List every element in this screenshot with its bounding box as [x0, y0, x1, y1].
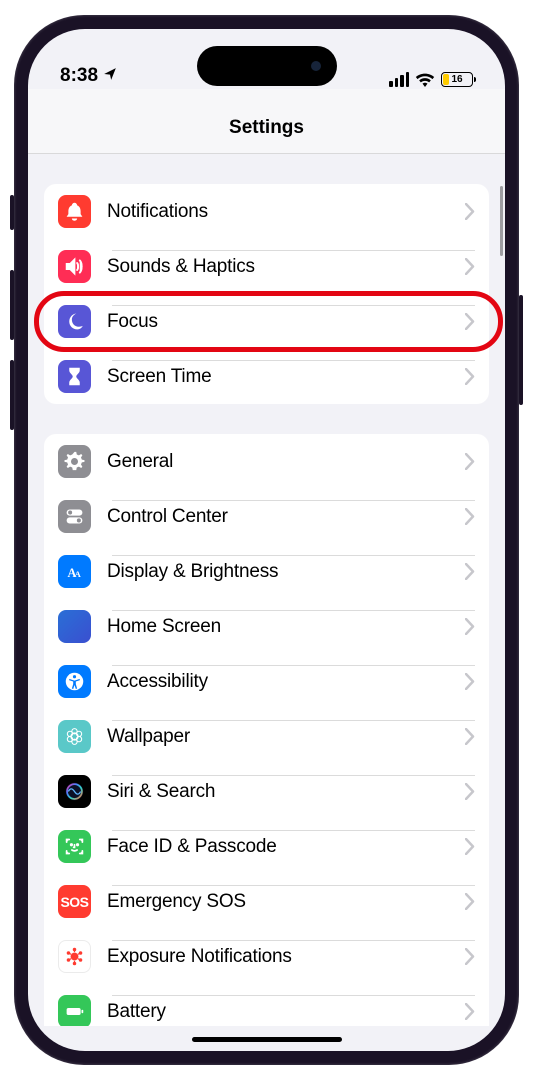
row-label: Home Screen	[107, 616, 465, 638]
toggles-icon	[58, 500, 91, 533]
row-faceid-passcode[interactable]: Face ID & Passcode	[44, 819, 489, 874]
row-label: Exposure Notifications	[107, 946, 465, 968]
location-icon	[103, 65, 117, 87]
faceid-icon	[58, 830, 91, 863]
volume-up-button	[10, 270, 14, 340]
gear-icon	[58, 445, 91, 478]
row-emergency-sos[interactable]: SOS Emergency SOS	[44, 874, 489, 929]
chevron-right-icon	[465, 258, 475, 275]
chevron-right-icon	[465, 563, 475, 580]
chevron-right-icon	[465, 948, 475, 965]
settings-list[interactable]: Notifications Sounds & Haptics	[28, 154, 505, 1026]
row-wallpaper[interactable]: Wallpaper	[44, 709, 489, 764]
row-siri-search[interactable]: Siri & Search	[44, 764, 489, 819]
text-size-icon: AA	[58, 555, 91, 588]
phone-frame: 8:38 16 Settings	[14, 15, 519, 1065]
screen: 8:38 16 Settings	[28, 29, 505, 1051]
row-label: Emergency SOS	[107, 891, 465, 913]
row-battery[interactable]: Battery	[44, 984, 489, 1026]
row-label: Accessibility	[107, 671, 465, 693]
home-screen-icon	[58, 610, 91, 643]
side-button	[519, 295, 523, 405]
row-display-brightness[interactable]: AA Display & Brightness	[44, 544, 489, 599]
speaker-icon	[58, 250, 91, 283]
cellular-signal-icon	[389, 72, 409, 87]
row-home-screen[interactable]: Home Screen	[44, 599, 489, 654]
settings-group-1: Notifications Sounds & Haptics	[44, 184, 489, 404]
status-time: 8:38	[60, 65, 98, 87]
chevron-right-icon	[465, 1003, 475, 1020]
chevron-right-icon	[465, 838, 475, 855]
row-notifications[interactable]: Notifications	[44, 184, 489, 239]
bell-icon	[58, 195, 91, 228]
chevron-right-icon	[465, 728, 475, 745]
row-label: Wallpaper	[107, 726, 465, 748]
row-general[interactable]: General	[44, 434, 489, 489]
row-label: Battery	[107, 1001, 465, 1023]
front-camera	[311, 61, 321, 71]
row-label: Screen Time	[107, 366, 465, 388]
row-accessibility[interactable]: Accessibility	[44, 654, 489, 709]
sos-icon: SOS	[58, 885, 91, 918]
status-indicators: 16	[389, 72, 473, 87]
row-screen-time[interactable]: Screen Time	[44, 349, 489, 404]
settings-group-2: General Control Center AA	[44, 434, 489, 1026]
battery-percent: 16	[442, 74, 472, 85]
battery-indicator: 16	[441, 72, 473, 87]
mute-switch	[10, 195, 14, 230]
moon-icon	[58, 305, 91, 338]
row-label: General	[107, 451, 465, 473]
dynamic-island	[197, 46, 337, 86]
battery-icon	[58, 995, 91, 1026]
row-label: Sounds & Haptics	[107, 256, 465, 278]
row-label: Notifications	[107, 201, 465, 223]
siri-icon	[58, 775, 91, 808]
accessibility-icon	[58, 665, 91, 698]
page-title: Settings	[28, 89, 505, 154]
hourglass-icon	[58, 360, 91, 393]
status-time-group: 8:38	[60, 65, 117, 87]
chevron-right-icon	[465, 783, 475, 800]
chevron-right-icon	[465, 893, 475, 910]
row-label: Siri & Search	[107, 781, 465, 803]
wifi-icon	[415, 72, 435, 87]
exposure-icon	[58, 940, 91, 973]
home-indicator[interactable]	[192, 1037, 342, 1042]
wallpaper-icon	[58, 720, 91, 753]
row-label: Focus	[107, 311, 465, 333]
scroll-indicator	[500, 186, 503, 256]
chevron-right-icon	[465, 618, 475, 635]
row-label: Control Center	[107, 506, 465, 528]
chevron-right-icon	[465, 203, 475, 220]
row-label: Display & Brightness	[107, 561, 465, 583]
row-control-center[interactable]: Control Center	[44, 489, 489, 544]
chevron-right-icon	[465, 368, 475, 385]
chevron-right-icon	[465, 508, 475, 525]
svg-text:A: A	[75, 569, 82, 579]
row-sounds-haptics[interactable]: Sounds & Haptics	[44, 239, 489, 294]
row-exposure-notifications[interactable]: Exposure Notifications	[44, 929, 489, 984]
row-label: Face ID & Passcode	[107, 836, 465, 858]
chevron-right-icon	[465, 313, 475, 330]
row-focus[interactable]: Focus	[44, 294, 489, 349]
chevron-right-icon	[465, 453, 475, 470]
chevron-right-icon	[465, 673, 475, 690]
volume-down-button	[10, 360, 14, 430]
